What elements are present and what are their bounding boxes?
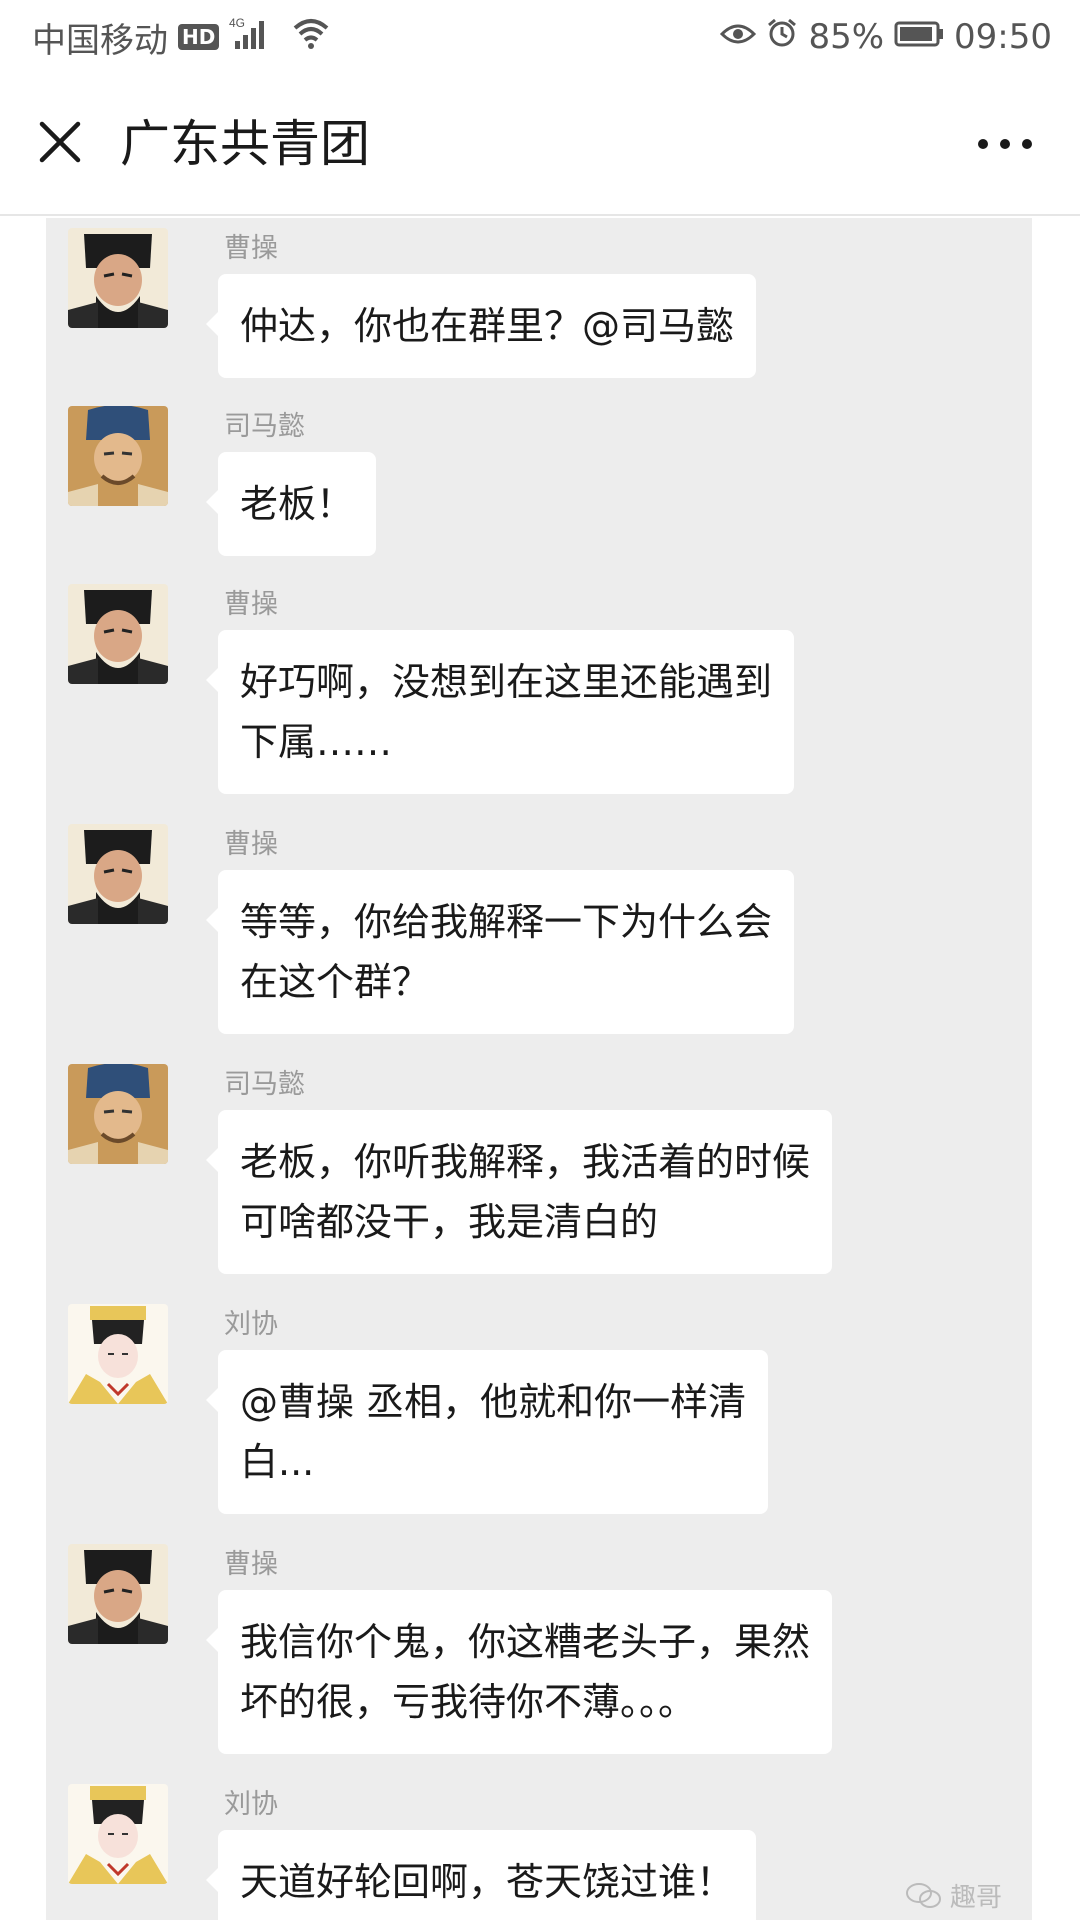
message-bubble: 我信你个鬼，你这糟老头子，果然 坏的很，亏我待你不薄。。。 [205,1590,833,1754]
sender-name: 刘协 [224,1309,278,1340]
message-bubble: 老板！ [205,452,377,556]
chat-message: 司马懿 老板，你听我解释，我活着的时候 可啥都没干，我是清白的 [68,1058,1008,1278]
network-type-label: 4G [229,16,245,30]
chat-message: 曹操 等等，你给我解释一下为什么会 在这个群？ [68,818,1008,1038]
wechat-icon [905,1882,941,1908]
sender-name: 曹操 [224,589,278,620]
watermark: 趣哥 [905,1877,1002,1914]
avatar-caocao [68,1544,168,1644]
sender-name: 曹操 [224,233,278,264]
close-button[interactable] [30,112,90,172]
sender-name: 曹操 [224,1549,278,1580]
avatar-simayi [68,406,168,506]
status-bar: 中国移动 HD 4G 85% 09:50 [0,0,1080,74]
status-right: 85% 09:50 [720,14,1052,60]
message-bubble: 仲达，你也在群里？@司马懿 [205,274,757,378]
clock-time: 09:50 [954,17,1052,57]
close-icon [39,121,81,163]
eye-icon [720,17,757,57]
message-bubble: 等等，你给我解释一下为什么会 在这个群？ [205,870,795,1034]
chat-screenshot: 曹操 仲达，你也在群里？@司马懿 司马懿 老板！ 曹操 好巧啊，没想到在这里还能… [46,218,1032,1920]
message-bubble: @曹操 丞相，他就和你一样清 白... [205,1350,769,1514]
avatar-liuxie [68,1304,168,1404]
status-left: 中国移动 HD 4G [32,14,331,61]
sender-name: 司马懿 [224,411,305,442]
article-content[interactable]: 曹操 仲达，你也在群里？@司马懿 司马懿 老板！ 曹操 好巧啊，没想到在这里还能… [0,218,1080,1920]
message-bubble: 天道好轮回啊，苍天饶过谁！ [205,1830,757,1920]
title-bar: 广东共青团 [0,74,1080,216]
alarm-icon [766,17,798,58]
chat-message: 曹操 仲达，你也在群里？@司马懿 [68,222,1008,382]
chat-message: 刘协 @曹操 丞相，他就和你一样清 白... [68,1298,1008,1518]
avatar-simayi [68,1064,168,1164]
avatar-caocao [68,584,168,684]
app-root: 中国移动 HD 4G 85% 09:50 广东共青团 曹操 仲达，你也在群里？@… [0,0,1080,1920]
battery-icon [894,17,944,57]
watermark-text: 趣哥 [949,1883,1002,1913]
sender-name: 曹操 [224,829,278,860]
chat-message: 曹操 好巧啊，没想到在这里还能遇到 下属…… [68,578,1008,798]
more-options-button[interactable] [970,114,1040,174]
hd-badge: HD [178,24,220,50]
carrier-label: 中国移动 [32,20,168,61]
battery-percent: 85% [808,17,885,57]
sender-name: 司马懿 [224,1069,305,1100]
chat-message: 刘协 天道好轮回啊，苍天饶过谁！ [68,1778,1008,1920]
chat-message: 司马懿 老板！ [68,400,1008,560]
message-bubble: 好巧啊，没想到在这里还能遇到 下属…… [205,630,795,794]
wifi-icon [291,16,331,59]
avatar-caocao [68,824,168,924]
sender-name: 刘协 [224,1789,278,1820]
avatar-caocao [68,228,168,328]
message-bubble: 老板，你听我解释，我活着的时候 可啥都没干，我是清白的 [205,1110,833,1274]
more-dots-icon [978,139,1032,149]
avatar-liuxie [68,1784,168,1884]
signal-icon: 4G [229,15,281,60]
chat-message: 曹操 我信你个鬼，你这糟老头子，果然 坏的很，亏我待你不薄。。。 [68,1538,1008,1758]
page-title: 广东共青团 [120,115,370,173]
